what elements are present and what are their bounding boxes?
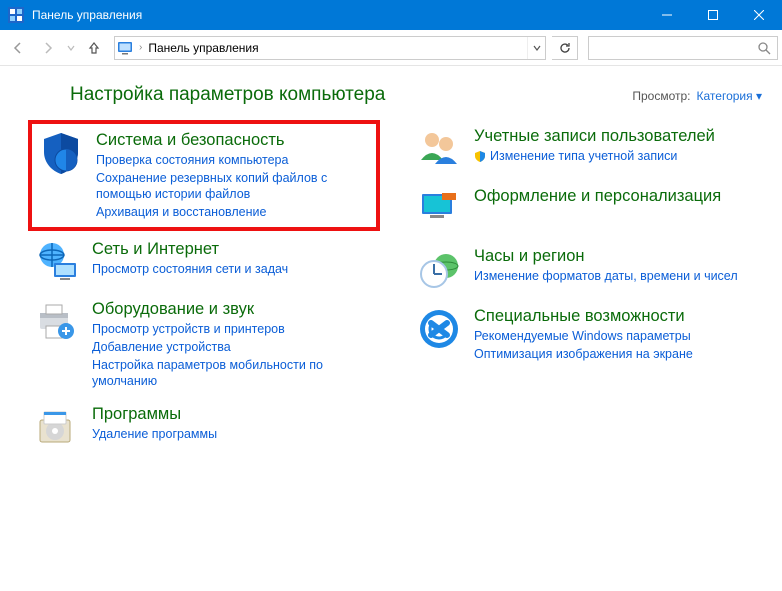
category-link[interactable]: Сохранение резервных копий файлов с помо…	[96, 170, 370, 204]
forward-button[interactable]	[34, 34, 62, 62]
view-by-dropdown[interactable]: Категория ▾	[697, 89, 762, 103]
navigation-bar: › Панель управления	[0, 30, 782, 66]
category-link[interactable]: Удаление программы	[92, 426, 217, 443]
category-link[interactable]: Настройка параметров мобильности по умол…	[92, 357, 374, 391]
category-link[interactable]: Добавление устройства	[92, 339, 374, 356]
up-button[interactable]	[80, 34, 108, 62]
close-button[interactable]	[736, 0, 782, 30]
minimize-button[interactable]	[644, 0, 690, 30]
category-title[interactable]: Сеть и Интернет	[92, 239, 288, 260]
search-icon	[757, 41, 771, 55]
ease-of-access-icon	[416, 306, 462, 352]
category-link[interactable]: Изменение форматов даты, времени и чисел	[474, 268, 738, 285]
control-panel-icon	[115, 40, 135, 56]
printer-icon	[34, 299, 80, 345]
category-system-security: Система и безопасность Проверка состояни…	[28, 120, 380, 231]
category-programs: Программы Удаление программы	[28, 398, 380, 456]
category-title[interactable]: Специальные возможности	[474, 306, 693, 327]
category-link[interactable]: Оптимизация изображения на экране	[474, 346, 693, 363]
category-title[interactable]: Оформление и персонализация	[474, 186, 721, 207]
maximize-button[interactable]	[690, 0, 736, 30]
category-clock-region: Часы и регион Изменение форматов даты, в…	[410, 240, 762, 298]
breadcrumb-separator-icon: ›	[135, 42, 146, 53]
category-network: Сеть и Интернет Просмотр состояния сети …	[28, 233, 380, 291]
page-title: Настройка параметров компьютера	[70, 84, 632, 106]
programs-icon	[34, 404, 80, 450]
address-bar[interactable]: › Панель управления	[114, 36, 546, 60]
titlebar: Панель управления	[0, 0, 782, 30]
chevron-down-icon: ▾	[756, 89, 762, 103]
users-icon	[416, 126, 462, 172]
category-link[interactable]: Рекомендуемые Windows параметры	[474, 328, 693, 345]
category-link-text: Изменение типа учетной записи	[490, 149, 677, 163]
category-link[interactable]: Проверка состояния компьютера	[96, 152, 370, 169]
refresh-button[interactable]	[552, 36, 578, 60]
category-link[interactable]: Изменение типа учетной записи	[474, 148, 715, 165]
content-area: Настройка параметров компьютера Просмотр…	[0, 66, 782, 466]
category-hardware: Оборудование и звук Просмотр устройств и…	[28, 293, 380, 396]
personalization-icon	[416, 186, 462, 232]
shield-icon	[38, 130, 84, 176]
view-label: Просмотр:	[632, 89, 696, 103]
network-icon	[34, 239, 80, 285]
category-link[interactable]: Архивация и восстановление	[96, 204, 370, 221]
category-accounts: Учетные записи пользователей Изменение т…	[410, 120, 762, 178]
address-history-dropdown[interactable]	[527, 37, 545, 59]
category-link[interactable]: Просмотр устройств и принтеров	[92, 321, 374, 338]
category-title[interactable]: Оборудование и звук	[92, 299, 374, 320]
search-input[interactable]	[588, 36, 778, 60]
back-button[interactable]	[4, 34, 32, 62]
recent-dropdown[interactable]	[64, 34, 78, 62]
clock-icon	[416, 246, 462, 292]
category-ease-of-access: Специальные возможности Рекомендуемые Wi…	[410, 300, 762, 368]
category-link[interactable]: Просмотр состояния сети и задач	[92, 261, 288, 278]
view-by-value: Категория	[697, 89, 753, 103]
category-title[interactable]: Учетные записи пользователей	[474, 126, 715, 147]
window-title: Панель управления	[32, 8, 142, 22]
breadcrumb[interactable]: Панель управления	[146, 41, 260, 55]
category-personalization: Оформление и персонализация	[410, 180, 762, 238]
category-title[interactable]: Часы и регион	[474, 246, 738, 267]
column-right: Учетные записи пользователей Изменение т…	[410, 120, 762, 456]
control-panel-icon	[8, 7, 24, 23]
category-title[interactable]: Система и безопасность	[96, 130, 370, 151]
uac-shield-icon	[474, 150, 486, 162]
column-left: Система и безопасность Проверка состояни…	[28, 120, 380, 456]
category-title[interactable]: Программы	[92, 404, 217, 425]
